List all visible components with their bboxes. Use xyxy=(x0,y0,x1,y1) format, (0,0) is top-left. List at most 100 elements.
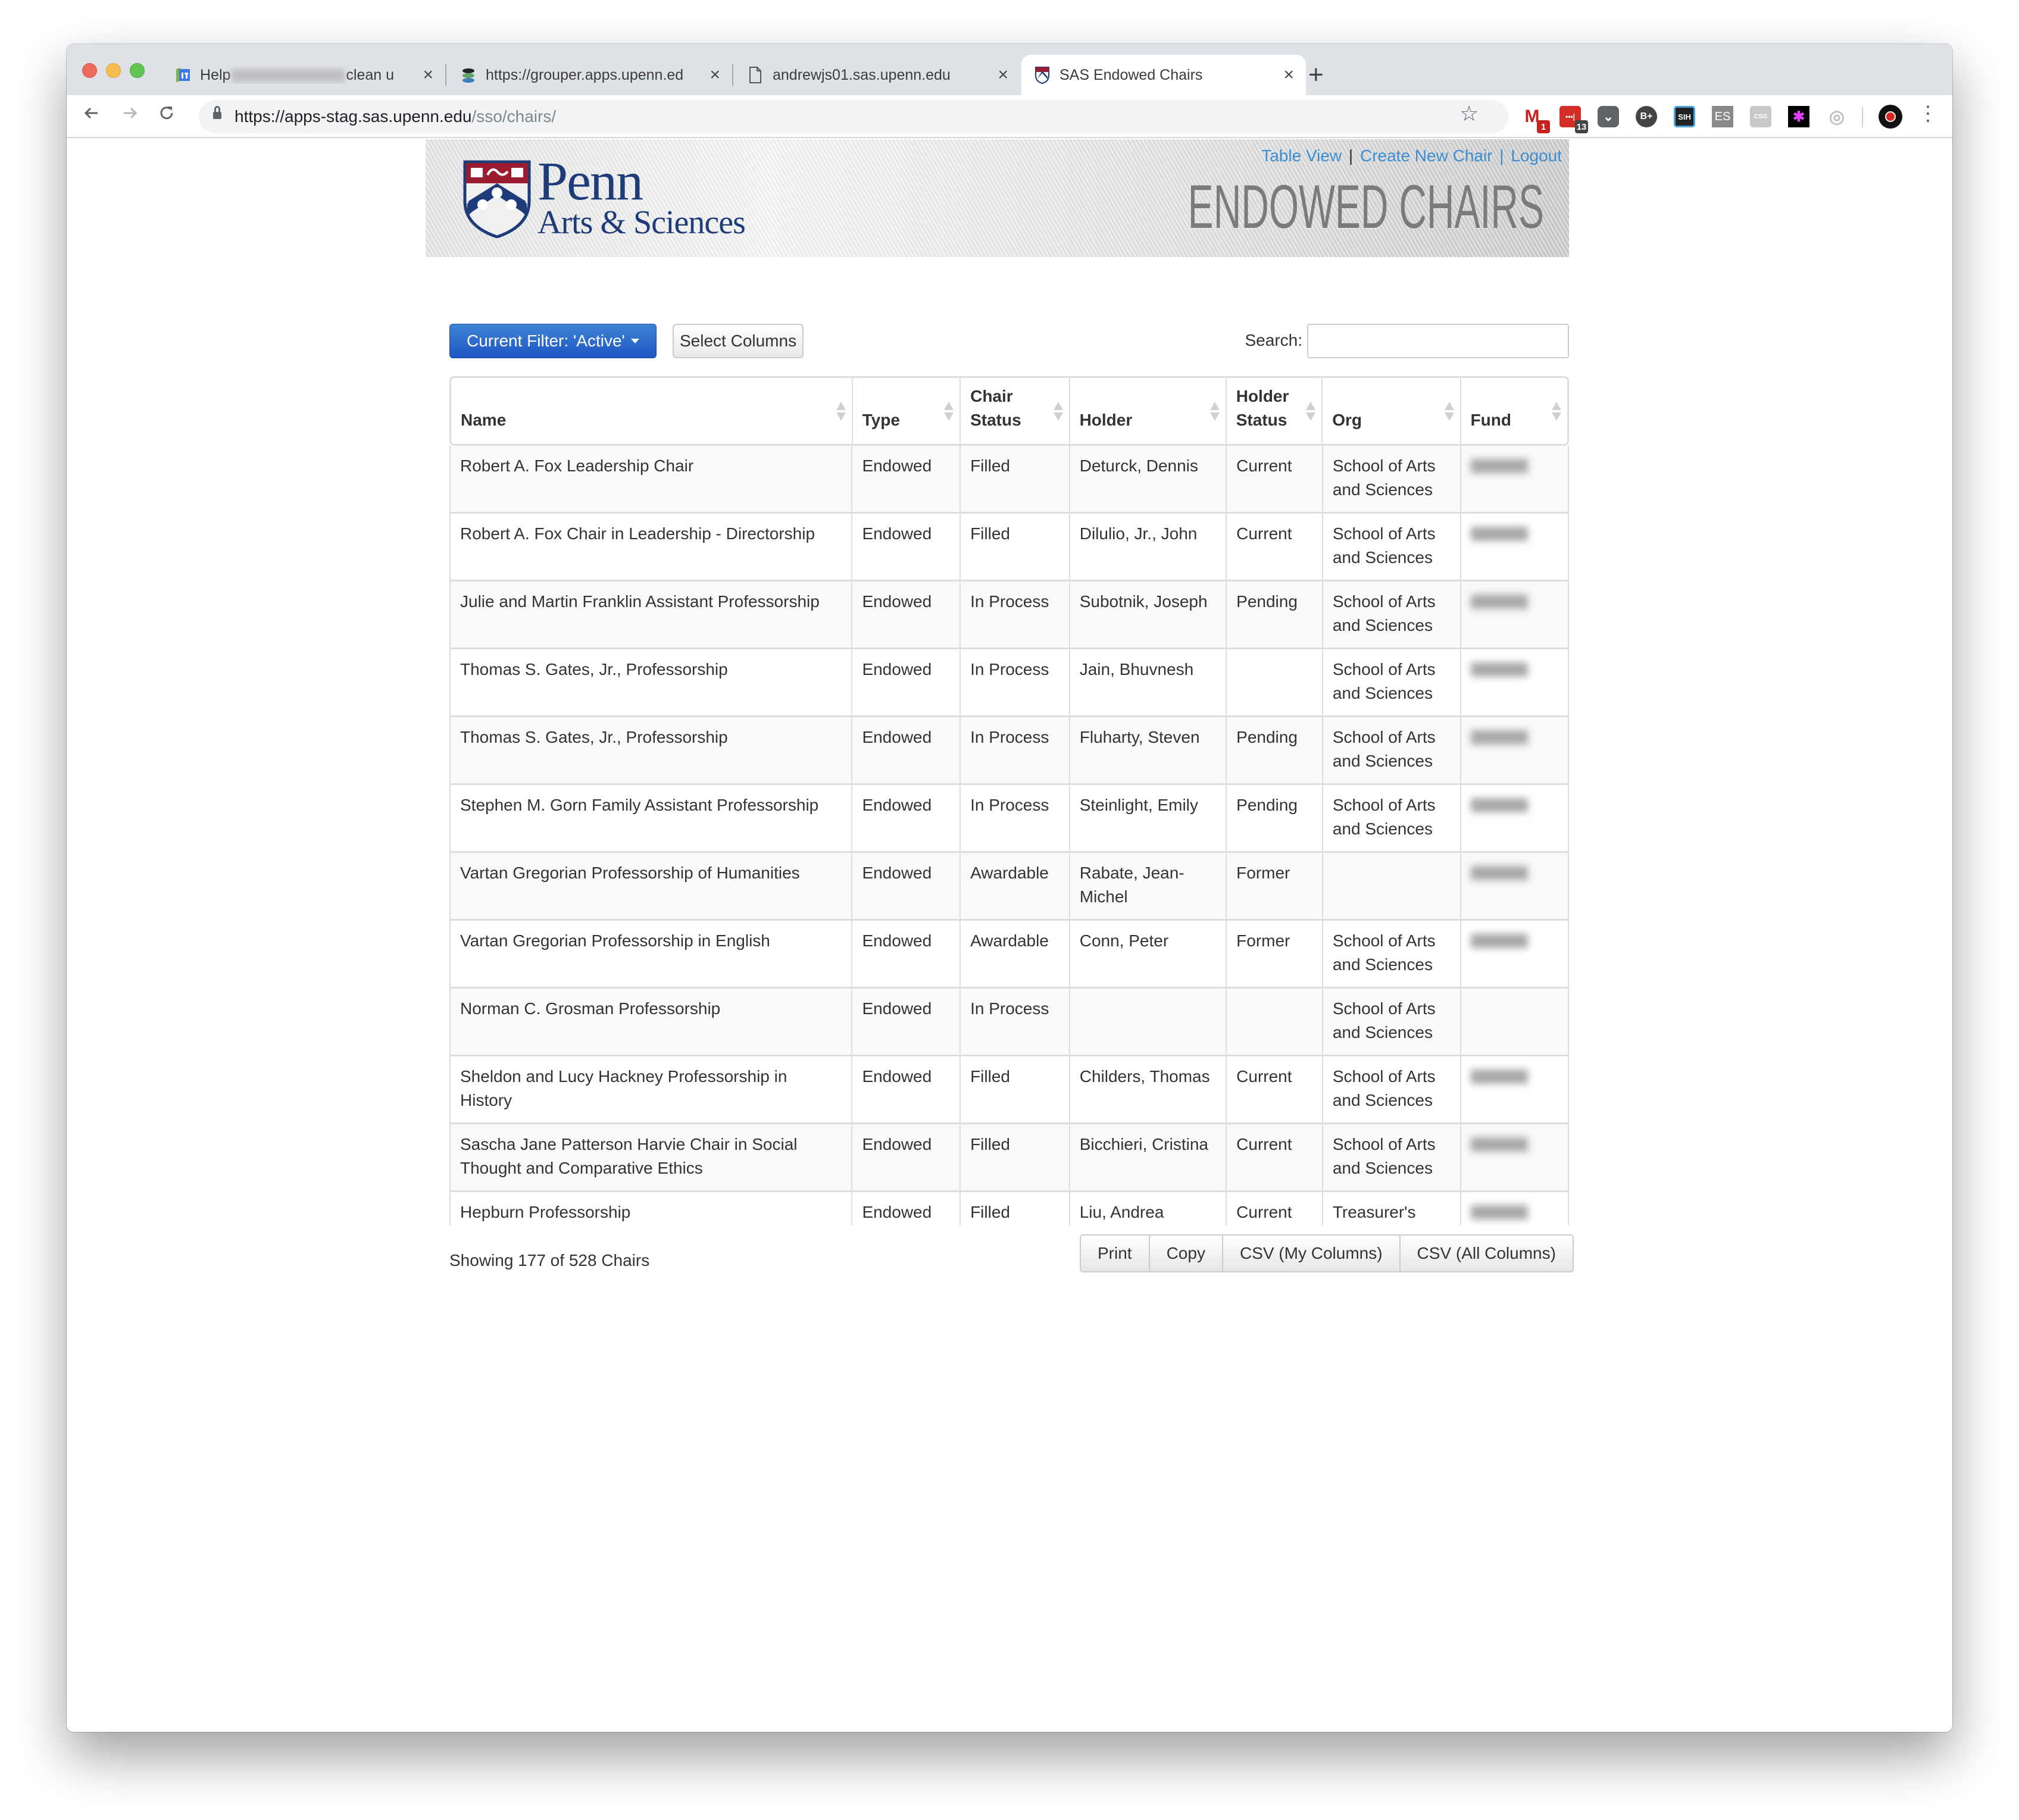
column-header-fund[interactable]: Fund xyxy=(1461,378,1567,444)
address-bar[interactable]: https://apps-stag.sas.upenn.edu/sso/chai… xyxy=(199,100,1508,133)
tab-help[interactable]: Help clean u × xyxy=(162,55,445,95)
nav-separator: | xyxy=(1499,146,1504,165)
cell-fund xyxy=(1461,649,1568,715)
current-filter-dropdown[interactable]: Current Filter: 'Active' xyxy=(449,324,657,358)
column-header-holder-status[interactable]: Holder Status xyxy=(1227,378,1323,444)
cell-org: School of Arts and Sciences xyxy=(1323,785,1462,851)
table-row[interactable]: Sascha Jane Patterson Harvie Chair in So… xyxy=(451,1124,1568,1192)
sort-icon xyxy=(1552,402,1561,422)
cell-fund xyxy=(1461,921,1568,987)
back-arrow-icon[interactable] xyxy=(82,104,101,126)
print-button[interactable]: Print xyxy=(1081,1236,1150,1271)
cell-name: Vartan Gregorian Professorship of Humani… xyxy=(451,853,853,919)
bplus-icon[interactable]: B+ xyxy=(1636,106,1657,127)
cell-type: Endowed xyxy=(852,853,961,919)
column-header-type[interactable]: Type xyxy=(853,378,961,444)
cell-name: Sascha Jane Patterson Harvie Chair in So… xyxy=(451,1124,853,1190)
cell-type: Endowed xyxy=(852,1192,961,1225)
close-tab-icon[interactable]: × xyxy=(998,66,1008,84)
cell-holder-status: Current xyxy=(1227,1192,1323,1225)
lastpass-icon[interactable]: •••| 13 xyxy=(1559,106,1588,133)
table-row[interactable]: Stephen M. Gorn Family Assistant Profess… xyxy=(451,785,1568,853)
forward-arrow-icon[interactable] xyxy=(120,104,139,126)
header-nav: Table View | Create New Chair | Logout xyxy=(1261,146,1562,165)
cell-holder: Rabate, Jean-Michel xyxy=(1070,853,1227,919)
bookmark-star-icon[interactable]: ☆ xyxy=(1459,101,1479,126)
cell-holder: Subotnik, Joseph xyxy=(1070,581,1227,648)
color-picker-icon[interactable]: ✱ xyxy=(1788,106,1809,127)
column-header-org[interactable]: Org xyxy=(1323,378,1461,444)
menu-kebab-icon[interactable]: ⋮ xyxy=(1918,104,1938,124)
cell-holder: Deturck, Dennis xyxy=(1070,446,1227,512)
tab-sas-endowed-chairs[interactable]: SAS Endowed Chairs × xyxy=(1021,55,1306,95)
column-header-holder[interactable]: Holder xyxy=(1070,378,1227,444)
maximize-window-button[interactable] xyxy=(130,63,145,78)
search-input[interactable] xyxy=(1307,324,1569,358)
grouper-icon xyxy=(460,66,477,84)
table-row[interactable]: Thomas S. Gates, Jr., Professorship Endow… xyxy=(451,649,1568,717)
cell-holder-status: Former xyxy=(1227,853,1323,919)
table-row[interactable]: Julie and Martin Franklin Assistant Prof… xyxy=(451,581,1568,649)
close-tab-icon[interactable]: × xyxy=(1283,66,1294,84)
table-row[interactable]: Hepburn Professorship Endowed Filled Liu, A… xyxy=(451,1192,1568,1225)
tab-grouper[interactable]: https://grouper.apps.upenn.ed × xyxy=(448,55,732,95)
csv-my-columns-button[interactable]: CSV (My Columns) xyxy=(1223,1236,1401,1271)
create-new-chair-link[interactable]: Create New Chair xyxy=(1360,146,1493,165)
new-tab-button[interactable]: + xyxy=(1308,62,1324,88)
redacted-fund-value xyxy=(1471,730,1529,745)
table-row[interactable]: Robert A. Fox Chair in Leadership - Dire… xyxy=(451,514,1568,581)
cell-name: Norman C. Grosman Professorship xyxy=(451,989,853,1055)
minimize-window-button[interactable] xyxy=(106,63,121,78)
gmail-checker-icon[interactable]: M1 xyxy=(1521,106,1550,133)
table-row[interactable]: Thomas S. Gates, Jr., Professorship Endow… xyxy=(451,717,1568,785)
sih-icon[interactable]: SIH xyxy=(1674,106,1695,127)
export-buttons: Print Copy CSV (My Columns) CSV (All Col… xyxy=(1080,1234,1574,1272)
table-view-link[interactable]: Table View xyxy=(1261,146,1342,165)
es-icon[interactable]: ES xyxy=(1712,106,1733,127)
column-header-name[interactable]: Name xyxy=(451,378,853,444)
reload-icon[interactable] xyxy=(157,104,176,126)
tab-title: andrewjs01.sas.upenn.edu xyxy=(773,66,951,83)
tab-title: SAS Endowed Chairs xyxy=(1059,66,1203,83)
profile-avatar[interactable] xyxy=(1879,105,1902,129)
toolbar-separator xyxy=(1862,107,1863,127)
cell-holder: Fluharty, Steven xyxy=(1070,717,1227,783)
pocket-icon[interactable]: ⌄ xyxy=(1598,106,1619,127)
cell-chair-status: Awardable xyxy=(961,921,1070,987)
table-row[interactable]: Robert A. Fox Leadership Chair Endowed Fil… xyxy=(451,446,1568,514)
copy-button[interactable]: Copy xyxy=(1149,1236,1223,1271)
close-window-button[interactable] xyxy=(82,63,97,78)
logout-link[interactable]: Logout xyxy=(1511,146,1562,165)
cell-fund xyxy=(1461,446,1568,512)
table-row[interactable]: Vartan Gregorian Professorship of Humani… xyxy=(451,853,1568,921)
circle-extension-icon[interactable]: ◎ xyxy=(1826,106,1848,127)
cell-fund xyxy=(1461,581,1568,648)
column-header-chair-status[interactable]: Chair Status xyxy=(961,378,1070,444)
cell-chair-status: In Process xyxy=(961,717,1070,783)
close-tab-icon[interactable]: × xyxy=(710,66,720,84)
cell-org xyxy=(1323,853,1462,919)
tab-strip: Help clean u × https://grouper.apps.upenn… xyxy=(67,44,1952,95)
cell-org: School of Arts and Sciences xyxy=(1323,717,1462,783)
tab-andrewjs01[interactable]: andrewjs01.sas.upenn.edu × xyxy=(735,55,1020,95)
close-tab-icon[interactable]: × xyxy=(423,66,433,84)
table-header: Name Type Chair Status Holder Holder Sta… xyxy=(449,376,1569,446)
table-info: Showing 177 of 528 Chairs xyxy=(449,1251,650,1269)
cell-fund xyxy=(1461,853,1568,919)
redacted-text xyxy=(232,68,345,82)
sort-icon xyxy=(944,402,954,422)
tab-separator xyxy=(445,64,446,86)
select-columns-button[interactable]: Select Columns xyxy=(673,324,804,358)
css-viewer-icon[interactable]: CSS xyxy=(1750,106,1771,127)
tasks-icon xyxy=(174,66,192,84)
table-controls: Current Filter: 'Active' Select Columns … xyxy=(449,324,1569,358)
browser-toolbar: https://apps-stag.sas.upenn.edu/sso/chai… xyxy=(67,95,1952,138)
table-body[interactable]: Robert A. Fox Leadership Chair Endowed Fil… xyxy=(449,446,1569,1225)
filter-label: Current Filter: 'Active' xyxy=(467,332,625,350)
table-row[interactable]: Vartan Gregorian Professorship in Englis… xyxy=(451,921,1568,989)
table-row[interactable]: Sheldon and Lucy Hackney Professorship i… xyxy=(451,1056,1568,1124)
table-row[interactable]: Norman C. Grosman Professorship Endowed In… xyxy=(451,989,1568,1056)
cell-name: Thomas S. Gates, Jr., Professorship xyxy=(451,717,853,783)
csv-all-columns-button[interactable]: CSV (All Columns) xyxy=(1400,1236,1573,1271)
cell-holder: Conn, Peter xyxy=(1070,921,1227,987)
